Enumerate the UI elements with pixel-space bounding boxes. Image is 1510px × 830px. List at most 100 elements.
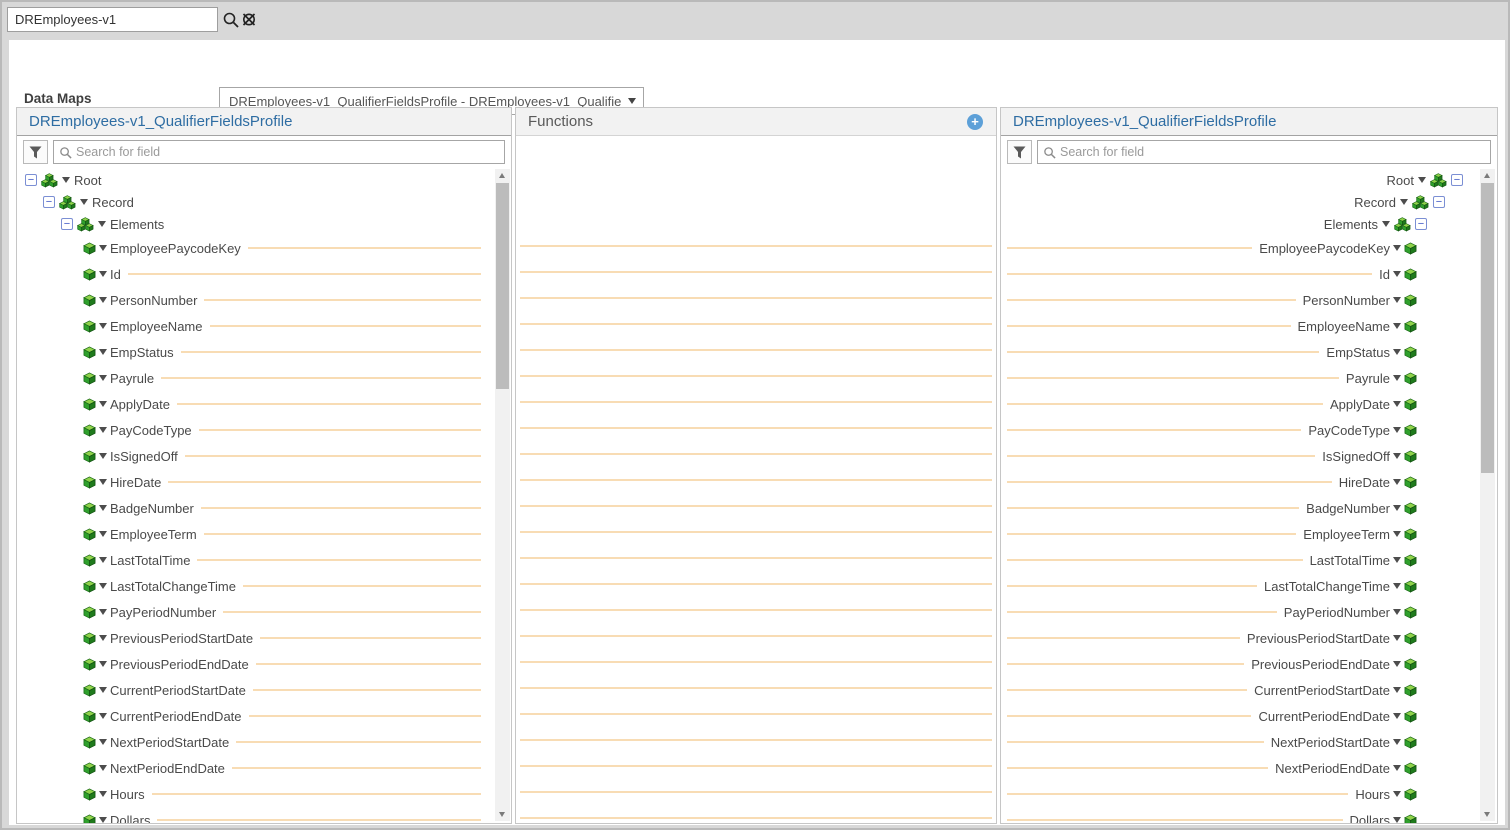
target-field-row[interactable]: Id [1001, 261, 1497, 287]
target-field-row[interactable]: PreviousPeriodEndDate [1001, 651, 1497, 677]
chevron-down-icon[interactable] [1393, 765, 1401, 771]
chevron-down-icon[interactable] [99, 349, 107, 355]
chevron-down-icon[interactable] [1393, 791, 1401, 797]
chevron-down-icon[interactable] [99, 323, 107, 329]
chevron-down-icon[interactable] [1393, 297, 1401, 303]
source-field-row[interactable]: Payrule [17, 365, 511, 391]
chevron-down-icon[interactable] [1393, 245, 1401, 251]
search-icon[interactable] [222, 11, 240, 29]
chevron-down-icon[interactable] [99, 635, 107, 641]
chevron-down-icon[interactable] [99, 765, 107, 771]
chevron-down-icon[interactable] [1393, 479, 1401, 485]
target-field-row[interactable]: BadgeNumber [1001, 495, 1497, 521]
source-field-row[interactable]: EmployeePaycodeKey [17, 235, 511, 261]
chevron-down-icon[interactable] [1382, 221, 1390, 227]
chevron-down-icon[interactable] [99, 245, 107, 251]
scrollbar-thumb[interactable] [1481, 183, 1494, 473]
source-field-row[interactable]: PreviousPeriodStartDate [17, 625, 511, 651]
chevron-down-icon[interactable] [99, 271, 107, 277]
target-search-input[interactable] [1060, 145, 1485, 159]
source-field-row[interactable]: Id [17, 261, 511, 287]
source-field-row[interactable]: PersonNumber [17, 287, 511, 313]
scroll-up-icon[interactable] [1480, 169, 1495, 183]
chevron-down-icon[interactable] [99, 427, 107, 433]
tree-node-root[interactable]: −Root [17, 169, 511, 191]
target-field-row[interactable]: HireDate [1001, 469, 1497, 495]
tree-node-elements[interactable]: −Elements [17, 213, 511, 235]
tree-node-elements[interactable]: Elements− [1001, 213, 1497, 235]
scroll-up-icon[interactable] [495, 169, 510, 183]
chevron-down-icon[interactable] [1393, 583, 1401, 589]
source-field-row[interactable]: NextPeriodStartDate [17, 729, 511, 755]
source-field-row[interactable]: ApplyDate [17, 391, 511, 417]
chevron-down-icon[interactable] [99, 817, 107, 823]
source-field-row[interactable]: LastTotalChangeTime [17, 573, 511, 599]
target-field-row[interactable]: PersonNumber [1001, 287, 1497, 313]
target-field-row[interactable]: LastTotalChangeTime [1001, 573, 1497, 599]
chevron-down-icon[interactable] [99, 583, 107, 589]
chevron-down-icon[interactable] [1393, 557, 1401, 563]
chevron-down-icon[interactable] [99, 375, 107, 381]
chevron-down-icon[interactable] [1393, 453, 1401, 459]
chevron-down-icon[interactable] [99, 479, 107, 485]
target-field-row[interactable]: CurrentPeriodEndDate [1001, 703, 1497, 729]
chevron-down-icon[interactable] [1393, 609, 1401, 615]
source-field-row[interactable]: EmployeeTerm [17, 521, 511, 547]
source-field-row[interactable]: NextPeriodEndDate [17, 755, 511, 781]
chevron-down-icon[interactable] [99, 453, 107, 459]
target-scrollbar[interactable] [1480, 169, 1495, 821]
tree-node-record[interactable]: Record− [1001, 191, 1497, 213]
scroll-down-icon[interactable] [1480, 807, 1495, 821]
target-field-row[interactable]: NextPeriodStartDate [1001, 729, 1497, 755]
chevron-down-icon[interactable] [99, 687, 107, 693]
collapse-icon[interactable]: − [25, 174, 37, 186]
scroll-down-icon[interactable] [495, 807, 510, 821]
source-field-row[interactable]: PayPeriodNumber [17, 599, 511, 625]
chevron-down-icon[interactable] [99, 713, 107, 719]
target-field-row[interactable]: EmployeeName [1001, 313, 1497, 339]
target-field-row[interactable]: EmployeeTerm [1001, 521, 1497, 547]
source-field-row[interactable]: IsSignedOff [17, 443, 511, 469]
target-field-row[interactable]: NextPeriodEndDate [1001, 755, 1497, 781]
target-field-row[interactable]: LastTotalTime [1001, 547, 1497, 573]
scrollbar-thumb[interactable] [496, 183, 509, 389]
target-field-row[interactable]: PayPeriodNumber [1001, 599, 1497, 625]
source-field-row[interactable]: HireDate [17, 469, 511, 495]
source-field-row[interactable]: LastTotalTime [17, 547, 511, 573]
chevron-down-icon[interactable] [99, 401, 107, 407]
chevron-down-icon[interactable] [99, 557, 107, 563]
chevron-down-icon[interactable] [1393, 375, 1401, 381]
source-field-row[interactable]: Hours [17, 781, 511, 807]
collapse-icon[interactable]: − [43, 196, 55, 208]
source-field-row[interactable]: EmployeeName [17, 313, 511, 339]
target-field-row[interactable]: PayCodeType [1001, 417, 1497, 443]
target-field-row[interactable]: Hours [1001, 781, 1497, 807]
collapse-icon[interactable]: − [1415, 218, 1427, 230]
target-field-row[interactable]: EmpStatus [1001, 339, 1497, 365]
chevron-down-icon[interactable] [1393, 635, 1401, 641]
filter-button[interactable] [23, 140, 48, 164]
source-field-row[interactable]: BadgeNumber [17, 495, 511, 521]
chevron-down-icon[interactable] [99, 739, 107, 745]
collapse-icon[interactable]: − [61, 218, 73, 230]
chevron-down-icon[interactable] [62, 177, 70, 183]
target-field-row[interactable]: IsSignedOff [1001, 443, 1497, 469]
target-field-row[interactable]: ApplyDate [1001, 391, 1497, 417]
chevron-down-icon[interactable] [99, 791, 107, 797]
chevron-down-icon[interactable] [99, 297, 107, 303]
source-field-row[interactable]: CurrentPeriodEndDate [17, 703, 511, 729]
collapse-icon[interactable]: − [1433, 196, 1445, 208]
chevron-down-icon[interactable] [98, 221, 106, 227]
source-field-row[interactable]: Dollars [17, 807, 511, 823]
source-field-row[interactable]: CurrentPeriodStartDate [17, 677, 511, 703]
chevron-down-icon[interactable] [1393, 349, 1401, 355]
chevron-down-icon[interactable] [1393, 739, 1401, 745]
tree-node-root[interactable]: Root− [1001, 169, 1497, 191]
source-field-row[interactable]: PayCodeType [17, 417, 511, 443]
chevron-down-icon[interactable] [1393, 817, 1401, 823]
chevron-down-icon[interactable] [99, 609, 107, 615]
target-field-row[interactable]: Payrule [1001, 365, 1497, 391]
source-scrollbar[interactable] [495, 169, 510, 821]
filter-button[interactable] [1007, 140, 1032, 164]
clear-search-icon[interactable] [240, 11, 258, 29]
